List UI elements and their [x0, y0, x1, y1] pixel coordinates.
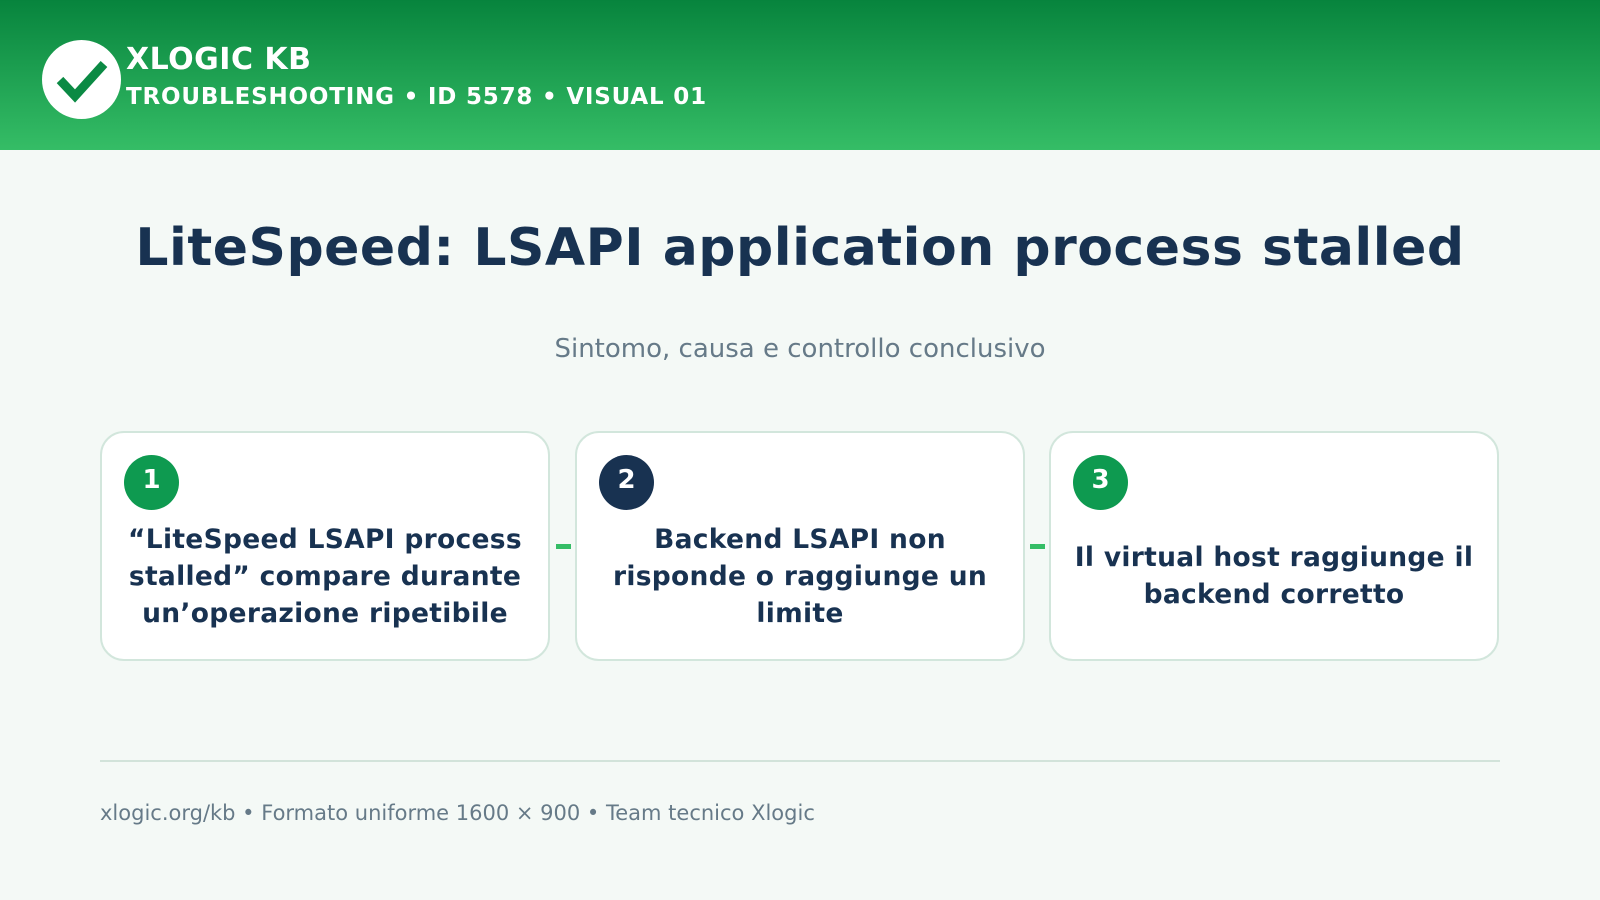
brand-title: XLOGIC KB	[126, 42, 312, 77]
check-icon	[56, 60, 108, 103]
step-badge-1: 1	[124, 455, 179, 510]
step-text-2: Backend LSAPI non risponde o raggiunge u…	[612, 523, 988, 629]
page-title: LiteSpeed: LSAPI application process sta…	[135, 218, 1465, 278]
step-badge-2: 2	[599, 455, 654, 510]
step-badge-3: 3	[1073, 455, 1128, 510]
step-card-3: 3 Il virtual host raggiunge il backend c…	[1049, 431, 1499, 661]
page-subtitle: Sintomo, causa e controllo conclusivo	[554, 334, 1046, 364]
step-connector-1	[556, 544, 571, 549]
brand-subtitle: TROUBLESHOOTING • ID 5578 • VISUAL 01	[126, 84, 707, 110]
page: XLOGIC KB TROUBLESHOOTING • ID 5578 • VI…	[0, 0, 1600, 900]
step-card-1: 1 “LiteSpeed LSAPI process stalled” comp…	[100, 431, 550, 661]
logo	[42, 40, 121, 119]
footer-text: xlogic.org/kb • Formato uniforme 1600 × …	[100, 801, 815, 825]
step-text-3: Il virtual host raggiunge il backend cor…	[1074, 542, 1474, 610]
step-card-2: 2 Backend LSAPI non risponde o raggiunge…	[575, 431, 1025, 661]
header-banner: XLOGIC KB TROUBLESHOOTING • ID 5578 • VI…	[0, 0, 1600, 150]
footer-divider	[100, 760, 1500, 762]
step-connector-2	[1030, 544, 1045, 549]
step-text-1: “LiteSpeed LSAPI process stalled” compar…	[128, 523, 522, 629]
